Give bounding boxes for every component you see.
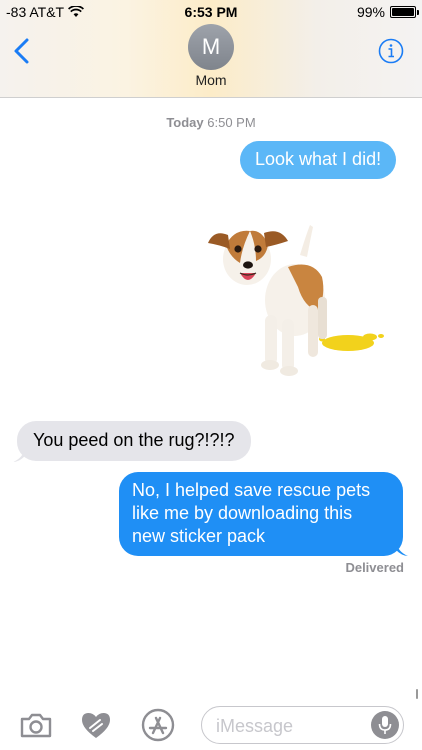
message-text: No, I helped save rescue pets like me by… xyxy=(132,480,371,546)
info-icon[interactable] xyxy=(378,38,404,64)
message-text: Look what I did! xyxy=(255,149,382,169)
battery-icon xyxy=(390,6,419,18)
scroll-indicator xyxy=(416,689,418,699)
conversation-timestamp: Today 6:50 PM xyxy=(0,115,422,130)
battery-percent: 99% xyxy=(356,4,385,20)
back-chevron-icon[interactable] xyxy=(10,36,34,66)
app-store-icon[interactable] xyxy=(140,708,176,742)
contact-avatar[interactable]: M xyxy=(188,24,234,70)
bubble-tail xyxy=(13,448,25,462)
contact-name[interactable]: Mom xyxy=(0,72,422,88)
timestamp-day: Today xyxy=(166,115,204,130)
navigation-header: -83 AT&T 6:53 PM 99% M Mom xyxy=(0,0,422,98)
message-text: You peed on the rug?!?!? xyxy=(33,430,235,450)
camera-icon[interactable] xyxy=(18,708,54,742)
dog-sticker-image[interactable] xyxy=(200,215,390,385)
incoming-message-bubble[interactable]: You peed on the rug?!?!? xyxy=(17,421,251,461)
digital-touch-icon[interactable] xyxy=(78,708,114,742)
microphone-icon[interactable] xyxy=(371,711,399,739)
message-input-placeholder: iMessage xyxy=(216,716,294,736)
bubble-tail xyxy=(396,542,408,556)
outgoing-message-bubble[interactable]: No, I helped save rescue pets like me by… xyxy=(119,472,403,556)
delivery-status: Delivered xyxy=(345,560,404,575)
timestamp-time: 6:50 PM xyxy=(207,115,256,130)
battery-indicator: 99% xyxy=(356,4,419,20)
status-bar: -83 AT&T 6:53 PM 99% xyxy=(0,0,422,22)
avatar-initial: M xyxy=(201,34,221,59)
message-input[interactable]: iMessage xyxy=(201,706,404,744)
outgoing-message-bubble[interactable]: Look what I did! xyxy=(240,141,397,179)
